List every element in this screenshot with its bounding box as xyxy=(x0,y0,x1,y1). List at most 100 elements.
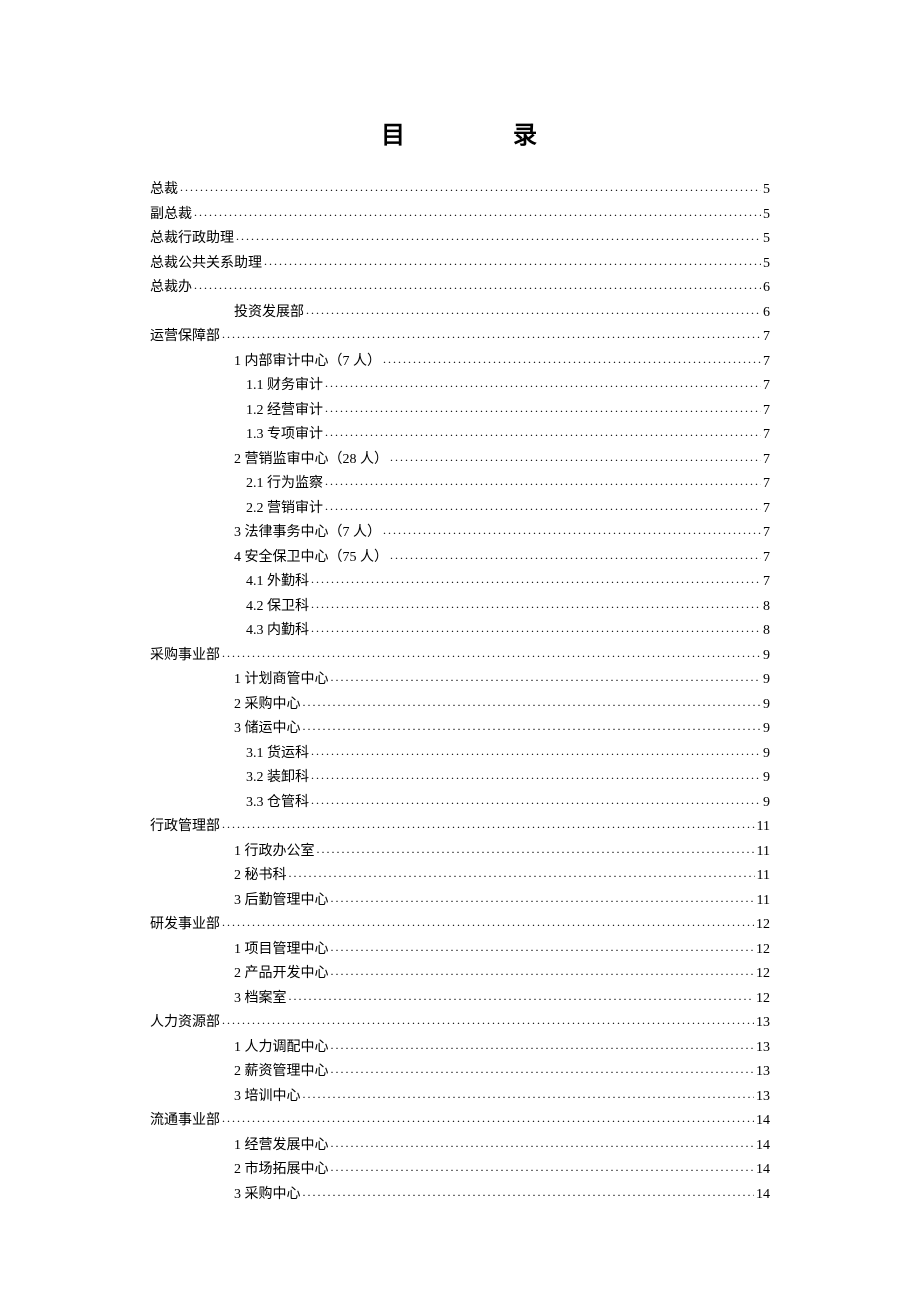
toc-entry: 3.1 货运科9 xyxy=(150,742,770,767)
toc-entry-page: 9 xyxy=(763,717,770,742)
toc-entry: 总裁行政助理5 xyxy=(150,227,770,252)
toc-entry-page: 7 xyxy=(763,399,770,424)
toc-entry: 3 后勤管理中心11 xyxy=(150,889,770,914)
toc-entry-label: 3 储运中心 xyxy=(234,717,301,742)
toc-leader-dots xyxy=(383,522,761,536)
toc-entry: 2 采购中心 9 xyxy=(150,693,770,718)
toc-entry-page: 12 xyxy=(756,913,770,938)
toc-leader-dots xyxy=(331,1037,755,1051)
toc-entry-label: 4 安全保卫中心（75 人） xyxy=(234,546,388,571)
toc-leader-dots xyxy=(311,743,761,757)
toc-entry-label: 总裁 xyxy=(150,178,178,203)
toc-leader-dots xyxy=(222,1110,754,1124)
toc-entry-label: 2 薪资管理中心 xyxy=(234,1060,329,1085)
toc-entry-page: 6 xyxy=(763,301,770,326)
toc-entry: 3.2 装卸科9 xyxy=(150,766,770,791)
toc-entry: 3 培训中心13 xyxy=(150,1085,770,1110)
toc-entry-page: 7 xyxy=(763,472,770,497)
toc-entry: 3.3 仓管科9 xyxy=(150,791,770,816)
toc-leader-dots xyxy=(325,375,761,389)
toc-entry-page: 14 xyxy=(756,1134,770,1159)
toc-entry-page: 9 xyxy=(763,693,770,718)
toc-entry-page: 7 xyxy=(763,448,770,473)
toc-leader-dots xyxy=(311,620,761,634)
toc-leader-dots xyxy=(311,767,761,781)
toc-entry-label: 运营保障部 xyxy=(150,325,220,350)
toc-entry: 1 行政办公室11 xyxy=(150,840,770,865)
toc-entry: 1 人力调配中心13 xyxy=(150,1036,770,1061)
toc-entry: 运营保障部 7 xyxy=(150,325,770,350)
toc-entry-label: 1.2 经营审计 xyxy=(246,399,323,424)
toc-entry-page: 5 xyxy=(763,252,770,277)
toc-entry-label: 3 法律事务中心（7 人） xyxy=(234,521,381,546)
toc-leader-dots xyxy=(303,718,762,732)
toc-entry-label: 4.3 内勤科 xyxy=(246,619,309,644)
toc-entry-label: 1 经营发展中心 xyxy=(234,1134,329,1159)
toc-entry-label: 4.1 外勤科 xyxy=(246,570,309,595)
toc-entry: 4.2 保卫科8 xyxy=(150,595,770,620)
toc-entry-page: 11 xyxy=(757,815,770,840)
toc-entry-page: 9 xyxy=(763,791,770,816)
toc-leader-dots xyxy=(222,914,754,928)
toc-leader-dots xyxy=(325,424,761,438)
toc-entry: 1.3 专项审计7 xyxy=(150,423,770,448)
toc-leader-dots xyxy=(194,204,761,218)
toc-entry-page: 7 xyxy=(763,497,770,522)
toc-entry: 4.1 外勤科 7 xyxy=(150,570,770,595)
toc-entry-label: 2 采购中心 xyxy=(234,693,301,718)
toc-entry-page: 12 xyxy=(756,938,770,963)
toc-entry-page: 9 xyxy=(763,668,770,693)
toc-leader-dots xyxy=(289,988,755,1002)
toc-entry: 行政管理部11 xyxy=(150,815,770,840)
toc-leader-dots xyxy=(311,792,761,806)
toc-entry-label: 3.1 货运科 xyxy=(246,742,309,767)
toc-leader-dots xyxy=(383,351,761,365)
toc-entry-label: 2.1 行为监察 xyxy=(246,472,323,497)
toc-leader-dots xyxy=(222,645,761,659)
toc-entry-label: 1 计划商管中心 xyxy=(234,668,329,693)
toc-entry: 副总裁5 xyxy=(150,203,770,228)
toc-entry: 2 秘书科11 xyxy=(150,864,770,889)
toc-entry-page: 5 xyxy=(763,203,770,228)
toc-leader-dots xyxy=(331,963,755,977)
toc-entry-label: 总裁公共关系助理 xyxy=(150,252,262,277)
title-char-1: 目 xyxy=(381,115,407,150)
toc-entry: 3 储运中心 9 xyxy=(150,717,770,742)
toc-leader-dots xyxy=(236,228,761,242)
toc-leader-dots xyxy=(317,841,755,855)
toc-entry-page: 7 xyxy=(763,423,770,448)
toc-leader-dots xyxy=(303,1184,755,1198)
toc-entry: 总裁公共关系助理 5 xyxy=(150,252,770,277)
toc-entry-label: 4.2 保卫科 xyxy=(246,595,309,620)
toc-entry-page: 13 xyxy=(756,1036,770,1061)
toc-leader-dots xyxy=(331,1061,755,1075)
title-char-2: 录 xyxy=(513,115,539,150)
toc-entry-page: 8 xyxy=(763,619,770,644)
toc-leader-dots xyxy=(325,473,761,487)
toc-entry-label: 1 内部审计中心（7 人） xyxy=(234,350,381,375)
toc-leader-dots xyxy=(325,498,761,512)
toc-entry-label: 2.2 营销审计 xyxy=(246,497,323,522)
toc-entry-page: 14 xyxy=(756,1109,770,1134)
toc-entry: 1 计划商管中心 9 xyxy=(150,668,770,693)
toc-entry: 采购事业部9 xyxy=(150,644,770,669)
toc-leader-dots xyxy=(331,890,755,904)
toc-leader-dots xyxy=(390,449,761,463)
toc-entry: 2 营销监审中心（28 人）7 xyxy=(150,448,770,473)
toc-title: 目 录 xyxy=(150,115,770,150)
toc-entry-page: 7 xyxy=(763,570,770,595)
toc-entry-page: 14 xyxy=(756,1158,770,1183)
toc-leader-dots xyxy=(331,1159,755,1173)
toc-leader-dots xyxy=(331,939,755,953)
toc-entry-label: 1.1 财务审计 xyxy=(246,374,323,399)
toc-leader-dots xyxy=(180,179,761,193)
toc-entry: 1.2 经营审计 7 xyxy=(150,399,770,424)
toc-leader-dots xyxy=(303,694,762,708)
toc-entry-label: 1 项目管理中心 xyxy=(234,938,329,963)
toc-entry-label: 3 采购中心 xyxy=(234,1183,301,1208)
toc-entry-page: 11 xyxy=(757,864,770,889)
toc-leader-dots xyxy=(311,571,761,585)
toc-leader-dots xyxy=(306,302,761,316)
toc-entry-page: 7 xyxy=(763,325,770,350)
toc-entry-label: 2 产品开发中心 xyxy=(234,962,329,987)
